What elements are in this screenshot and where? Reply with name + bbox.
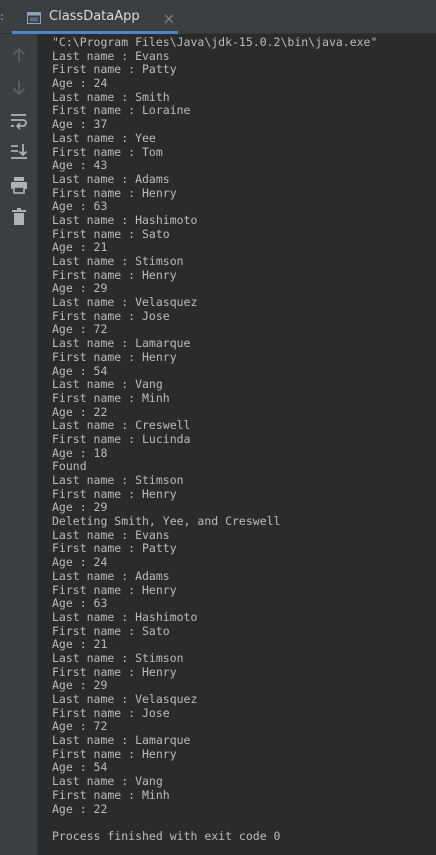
- console-line: First name : Minh: [52, 787, 170, 802]
- console-line: Last name : Yee: [52, 130, 156, 145]
- console-line: Age : 63: [52, 199, 108, 214]
- console-line: Age : 21: [52, 637, 108, 652]
- console-line: First name : Sato: [52, 226, 170, 241]
- console-line: Age : 22: [52, 801, 108, 816]
- console-line: Last name : Creswell: [52, 418, 191, 433]
- run-tool-window: : ClassDataApp "C:\Program Files\Java\jd…: [0, 0, 436, 855]
- console-line: Age : 29: [52, 500, 108, 515]
- console-line: Last name : Evans: [52, 527, 170, 542]
- console-line: First name : Henry: [52, 664, 177, 679]
- tab-bar: : ClassDataApp: [0, 0, 436, 34]
- console-line: First name : Loraine: [52, 103, 191, 118]
- console-line: First name : Henry: [52, 582, 177, 597]
- scroll-to-end-icon[interactable]: [9, 142, 29, 162]
- console-line: Last name : Lamarque: [52, 733, 191, 748]
- console-line: Last name : Smith: [52, 89, 170, 104]
- console-line: Last name : Adams: [52, 568, 170, 583]
- console-line: Age : 18: [52, 445, 108, 460]
- console-line: First name : Jose: [52, 705, 170, 720]
- console-line: Age : 54: [52, 363, 108, 378]
- soft-wrap-icon[interactable]: [9, 111, 29, 131]
- console-line: Found: [52, 459, 87, 474]
- tab-class-data-app[interactable]: ClassDataApp: [12, 0, 182, 34]
- console-line: Age : 54: [52, 760, 108, 775]
- console-line: First name : Henry: [52, 486, 177, 501]
- console-line: Last name : Vang: [52, 377, 163, 392]
- console-line: Last name : Stimson: [52, 473, 184, 487]
- console-line: First name : Henry: [52, 267, 177, 282]
- console-line: Age : 24: [52, 555, 108, 570]
- console-line: First name : Henry: [52, 746, 177, 761]
- console-line: First name : Patty: [52, 541, 177, 556]
- console-line: Deleting Smith, Yee, and Creswell: [52, 514, 281, 529]
- print-icon[interactable]: [9, 175, 29, 195]
- arrow-up-icon[interactable]: [9, 46, 29, 66]
- console-line: Last name : Vang: [52, 774, 163, 789]
- console-line: Age : 72: [52, 322, 108, 337]
- console-line: Age : 21: [52, 240, 108, 255]
- console-lines: "C:\Program Files\Java\jdk-15.0.2\bin\ja…: [52, 35, 378, 844]
- console-line: First name : Tom: [52, 144, 163, 159]
- console-line: Last name : Stimson: [52, 650, 184, 665]
- tab-label: ClassDataApp: [49, 9, 140, 24]
- trash-icon[interactable]: [9, 207, 29, 227]
- console-line: Last name : Stimson: [52, 254, 184, 268]
- tab-bar-left-mark: :: [0, 10, 4, 23]
- console-line: First name : Minh: [52, 390, 170, 405]
- console-line: Last name : Hashimoto: [52, 609, 198, 624]
- console-line: Age : 22: [52, 404, 108, 419]
- console-line: Last name : Hashimoto: [52, 212, 198, 227]
- close-icon[interactable]: [163, 10, 175, 24]
- console-line: Age : 72: [52, 719, 108, 734]
- console-line: First name : Henry: [52, 185, 177, 200]
- console-window-icon: [27, 10, 41, 24]
- console-line: Age : 37: [52, 117, 108, 132]
- console-line: Age : 29: [52, 281, 108, 296]
- console-line: Last name : Adams: [52, 171, 170, 186]
- console-line: Last name : Velasquez: [52, 295, 198, 310]
- console-line: "C:\Program Files\Java\jdk-15.0.2\bin\ja…: [52, 35, 378, 49]
- console-output[interactable]: "C:\Program Files\Java\jdk-15.0.2\bin\ja…: [38, 34, 436, 855]
- console-line: First name : Henry: [52, 349, 177, 364]
- console-toolbar: [0, 34, 38, 855]
- console-line: Age : 63: [52, 596, 108, 611]
- console-line: First name : Sato: [52, 623, 170, 638]
- console-line: Last name : Lamarque: [52, 336, 191, 351]
- console-line: Last name : Velasquez: [52, 692, 198, 706]
- console-line: Age : 43: [52, 158, 108, 173]
- console-line: First name : Lucinda: [52, 431, 191, 446]
- console-line: Age : 29: [52, 678, 108, 693]
- console-line: First name : Patty: [52, 62, 177, 77]
- arrow-down-icon[interactable]: [9, 78, 29, 98]
- console-line: Last name : Evans: [52, 48, 170, 63]
- console-line: Age : 24: [52, 76, 108, 91]
- console-line: First name : Jose: [52, 308, 170, 323]
- console-line: Process finished with exit code 0: [52, 828, 281, 843]
